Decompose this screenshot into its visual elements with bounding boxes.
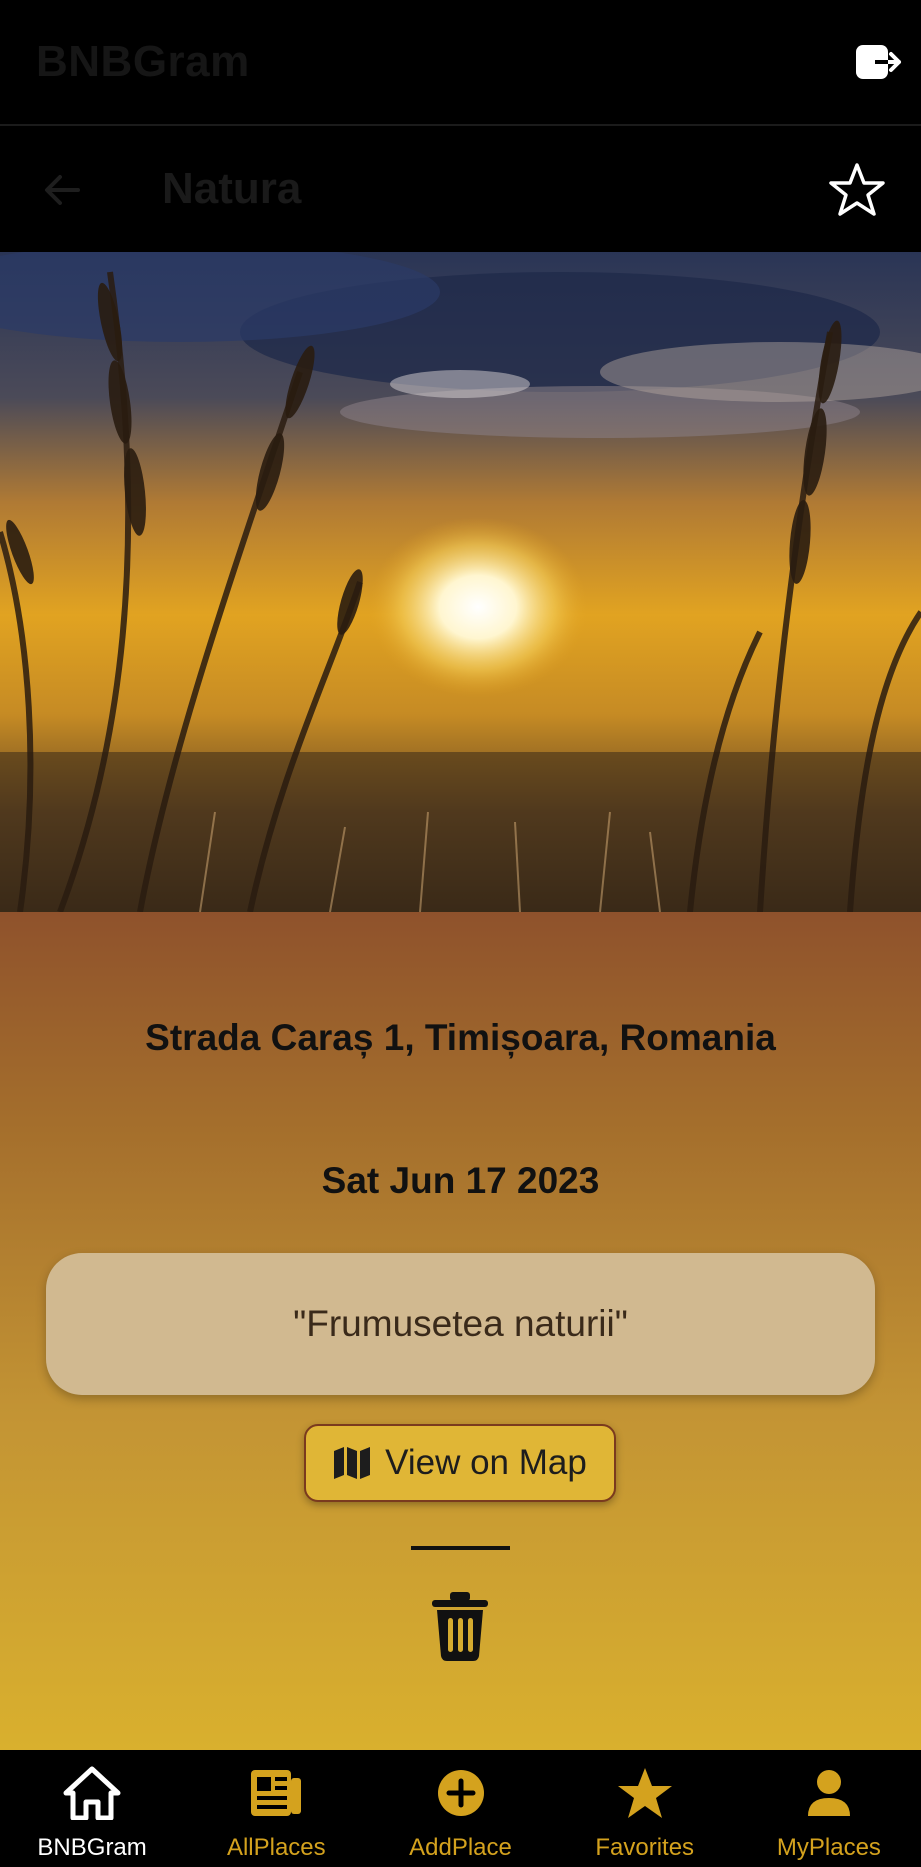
person-icon [807, 1770, 850, 1816]
description-card: "Frumusetea naturii" [46, 1253, 875, 1395]
divider [411, 1546, 510, 1550]
delete-button[interactable] [426, 1586, 494, 1666]
nav-label-allplaces: AllPlaces [226, 1834, 326, 1861]
place-details: Strada Caraș 1, Timișoara, Romania Sat J… [0, 912, 921, 1750]
arrow-left-icon [45, 175, 80, 205]
place-header: Natura [0, 128, 921, 252]
nav-item-bnbgram[interactable]: BNBGram [0, 1750, 184, 1867]
nav-label-myplaces: MyPlaces [776, 1834, 881, 1861]
star-icon [617, 1768, 672, 1818]
logout-button[interactable] [851, 38, 907, 86]
view-on-map-button[interactable]: View on Map [304, 1424, 616, 1502]
nav-item-addplace[interactable]: AddPlace [368, 1750, 552, 1867]
nav-label-favorites: Favorites [595, 1834, 695, 1861]
back-button[interactable] [38, 166, 86, 214]
app-title: BNBGram [36, 37, 250, 86]
nav-item-allplaces[interactable]: AllPlaces [184, 1750, 368, 1867]
nav-label-bnbgram: BNBGram [37, 1834, 147, 1861]
place-date: Sat Jun 17 2023 [321, 1160, 600, 1201]
place-address: Strada Caraș 1, Timișoara, Romania [145, 1017, 776, 1058]
place-title: Natura [162, 164, 302, 213]
nav-item-myplaces[interactable]: MyPlaces [737, 1750, 921, 1867]
map-icon [334, 1447, 371, 1479]
favorite-button[interactable] [825, 158, 889, 222]
bottom-nav: BNBGram AllPlaces AddPlace Favorites MyP… [0, 1750, 921, 1867]
home-icon [63, 1766, 121, 1820]
star-outline-icon [829, 163, 885, 216]
nav-item-favorites[interactable]: Favorites [553, 1750, 737, 1867]
place-description: "Frumusetea naturii" [293, 1303, 628, 1344]
logout-icon [856, 45, 901, 79]
place-photo [0, 252, 921, 912]
trash-icon [432, 1592, 488, 1661]
add-circle-icon [437, 1770, 484, 1816]
newspaper-icon [251, 1770, 302, 1816]
app-header: BNBGram [0, 0, 921, 126]
view-on-map-label: View on Map [385, 1443, 587, 1482]
nav-label-addplace: AddPlace [409, 1834, 512, 1861]
